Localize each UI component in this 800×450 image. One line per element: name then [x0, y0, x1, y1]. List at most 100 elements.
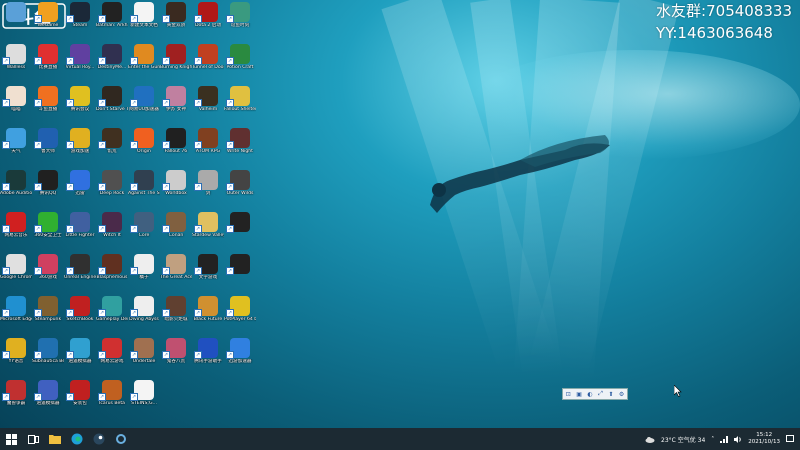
floating-toolbar-button[interactable]: ⬆ [608, 391, 613, 398]
desktop-shortcut[interactable]: ↗ 魔兽争霸 [0, 378, 32, 420]
floating-toolbar[interactable]: ⊡ ▣ ◐ ⤢ ⬆ ⚙ [562, 388, 628, 400]
desktop-shortcut[interactable]: ↗ 360游戏 [32, 252, 64, 294]
desktop-shortcut[interactable]: ↗ 斗鱼直播 [32, 84, 64, 126]
desktop-shortcut[interactable]: ↗ 安装包 [64, 378, 96, 420]
desktop-shortcut[interactable]: ↗ Origin [128, 126, 160, 168]
desktop-shortcut[interactable]: ↗ 网易UU加速器 [128, 84, 160, 126]
desktop-shortcut[interactable]: ↗ SketchBook [64, 294, 96, 336]
desktop-shortcut[interactable]: ↗ 游戏加速 [64, 126, 96, 168]
desktop-shortcut[interactable]: ↗ Diving Abyss [128, 294, 160, 336]
desktop-shortcut[interactable]: ↗ Little Fighter [64, 210, 96, 252]
volume-icon[interactable] [734, 435, 742, 443]
desktop-shortcut[interactable]: ↗ 腾讯会议 [64, 84, 96, 126]
desktop-shortcut[interactable]: ↗ 饥荒 [96, 126, 128, 168]
desktop-shortcut[interactable]: ↗ Microsoft Edge [0, 294, 32, 336]
floating-toolbar-button[interactable]: ⤢ [598, 390, 603, 398]
desktop-shortcut[interactable]: ↗ 逗鱼时刻 [224, 0, 256, 42]
desktop-shortcut[interactable]: ↗ WeGame [32, 0, 64, 42]
desktop-shortcut[interactable]: ↗ 喵喵 [0, 84, 32, 126]
taskbar-file-explorer[interactable] [44, 428, 66, 450]
desktop-shortcut[interactable]: ↗ Core [128, 210, 160, 252]
chevron-up-icon[interactable]: ˄ [711, 436, 714, 443]
desktop-shortcut[interactable]: ↗ 逍遥模拟器 [64, 336, 96, 378]
desktop-shortcut[interactable]: ↗ 伊苏 女神 [160, 84, 192, 126]
desktop-shortcut[interactable]: ↗ 网易云游戏 [96, 336, 128, 378]
desktop-shortcut[interactable]: ↗ Burning Knight [160, 42, 192, 84]
desktop-shortcut[interactable] [0, 0, 32, 42]
desktop-shortcut[interactable]: ↗ 新建文本文档 [128, 0, 160, 42]
desktop-shortcut[interactable]: ↗ 比赛直播 [32, 42, 64, 84]
desktop-shortcut-label: Dota 2 启动 [195, 23, 221, 28]
taskbar-edge[interactable] [66, 428, 88, 450]
desktop-shortcut[interactable]: ↗ 天气 [0, 126, 32, 168]
desktop-shortcut[interactable]: ↗ 迅游加速器 [224, 336, 256, 378]
desktop-shortcut[interactable]: ↗ Adobe Audition [0, 168, 32, 210]
desktop-shortcut[interactable]: ↗Google Chrome [0, 252, 32, 294]
floating-toolbar-button[interactable]: ▣ [576, 391, 582, 398]
task-view-button[interactable] [22, 428, 44, 450]
shortcut-arrow-icon: ↗ [162, 15, 170, 23]
desktop-shortcut[interactable]: ↗ Virtual Roy... [64, 42, 96, 84]
desktop-shortcut[interactable]: ↗ 黄金双骄 [160, 0, 192, 42]
desktop-shortcut[interactable]: ↗ Steampunk [32, 294, 64, 336]
floating-toolbar-button[interactable]: ⊡ [566, 391, 571, 398]
desktop-shortcut[interactable]: ↗ Write Night [224, 126, 256, 168]
desktop-shortcut[interactable]: ↗ 鲁大师 [32, 126, 64, 168]
desktop-shortcut[interactable]: ↗ 网易云音乐 [0, 210, 32, 252]
desktop-shortcut[interactable]: ↗ Fallout 76 [160, 126, 192, 168]
desktop-shortcut[interactable]: ↗Against The Storm [128, 168, 160, 210]
desktop-shortcut[interactable]: ↗ 腾讯手游助手 [192, 336, 224, 378]
desktop-shortcut[interactable]: ↗Enter the Gungeon [128, 42, 160, 84]
taskbar-app[interactable] [110, 428, 132, 450]
desktop-shortcut[interactable]: ↗ 逍遥模拟器 [32, 378, 64, 420]
desktop-shortcut[interactable]: ↗ 腾讯QQ [32, 168, 64, 210]
desktop-shortcut[interactable]: ↗ Icarus Beta [96, 378, 128, 420]
desktop-shortcut[interactable]: ↗ Outer Wilds [224, 168, 256, 210]
desktop-shortcut[interactable]: ↗ Deep Rock [96, 168, 128, 210]
taskbar-clock[interactable]: 15:12 2021/10/13 [748, 432, 780, 446]
desktop-shortcut[interactable]: ↗ Undertale [128, 336, 160, 378]
desktop-shortcut[interactable]: ↗ Conan [160, 210, 192, 252]
desktop-shortcut[interactable]: ↗ 360安全卫士 [32, 210, 64, 252]
desktop-shortcut[interactable]: ↗PotPlayer 64 bit [224, 294, 256, 336]
desktop-shortcut[interactable]: ↗ Unreal Engine [64, 252, 96, 294]
desktop-shortcut[interactable]: ↗ Witch It [96, 210, 128, 252]
desktop-shortcut[interactable]: ↗Subnautica Below Zero [32, 336, 64, 378]
desktop-shortcut[interactable]: ↗ Potion Craft [224, 42, 256, 84]
desktop-shortcut[interactable]: ↗ 文字游戏 [192, 252, 224, 294]
desktop-shortcut[interactable]: ↗ Stardew Valley [192, 210, 224, 252]
desktop-shortcut[interactable]: ↗ Dota 2 启动 [192, 0, 224, 42]
floating-toolbar-button[interactable]: ◐ [587, 391, 592, 398]
weather-text[interactable]: 23°C 空气优 34 [661, 435, 705, 444]
desktop-shortcut[interactable]: ↗ DestinyMe... [96, 42, 128, 84]
desktop-shortcut[interactable]: ↗Tunnel of Doom [192, 42, 224, 84]
desktop-shortcut[interactable]: ↗Batman: Arkha... [96, 0, 128, 42]
desktop-shortcut[interactable]: ↗ Worldbox [160, 168, 192, 210]
desktop-shortcut[interactable]: ↗ [224, 252, 256, 294]
desktop-shortcut[interactable]: ↗ 暗影火炬城 [160, 294, 192, 336]
desktop-shortcut[interactable]: ↗ Wallless [0, 42, 32, 84]
desktop-shortcut-label: 暗影火炬城 [164, 317, 188, 322]
desktop-shortcut[interactable]: ↗ 鬼谷八荒 [160, 336, 192, 378]
desktop-shortcut[interactable]: ↗ ATOM RPG [192, 126, 224, 168]
network-icon[interactable] [720, 435, 729, 443]
desktop-shortcut[interactable]: ↗ 迅雷 [64, 168, 96, 210]
desktop-shortcut[interactable]: ↗ Blasphemous [96, 252, 128, 294]
desktop-shortcut[interactable]: ↗ Fallout Shelter [224, 84, 256, 126]
desktop-shortcut[interactable]: ↗The Great Ace Attorney [160, 252, 192, 294]
desktop-shortcut[interactable]: ↗ Steam [64, 0, 96, 42]
desktop-shortcut[interactable]: ↗ Valheim [192, 84, 224, 126]
floating-toolbar-button[interactable]: ⚙ [619, 391, 624, 398]
start-button[interactable] [0, 428, 22, 450]
desktop-shortcut[interactable]: ↗Gameplay Demo [96, 294, 128, 336]
desktop-shortcut[interactable]: ↗Don't Starve Together [96, 84, 128, 126]
desktop-shortcut[interactable]: ↗ [224, 210, 256, 252]
shortcut-arrow-icon: ↗ [130, 99, 138, 107]
desktop-shortcut[interactable]: ↗ STEINS;G... [128, 378, 160, 420]
desktop-shortcut[interactable]: ↗ Black Future [192, 294, 224, 336]
notification-icon[interactable] [786, 435, 794, 443]
desktop-shortcut[interactable]: ↗ 橘子 [128, 252, 160, 294]
desktop-shortcut[interactable]: ↗ 剑 [192, 168, 224, 210]
desktop-shortcut[interactable]: ↗ YY语音 [0, 336, 32, 378]
taskbar-steam[interactable] [88, 428, 110, 450]
